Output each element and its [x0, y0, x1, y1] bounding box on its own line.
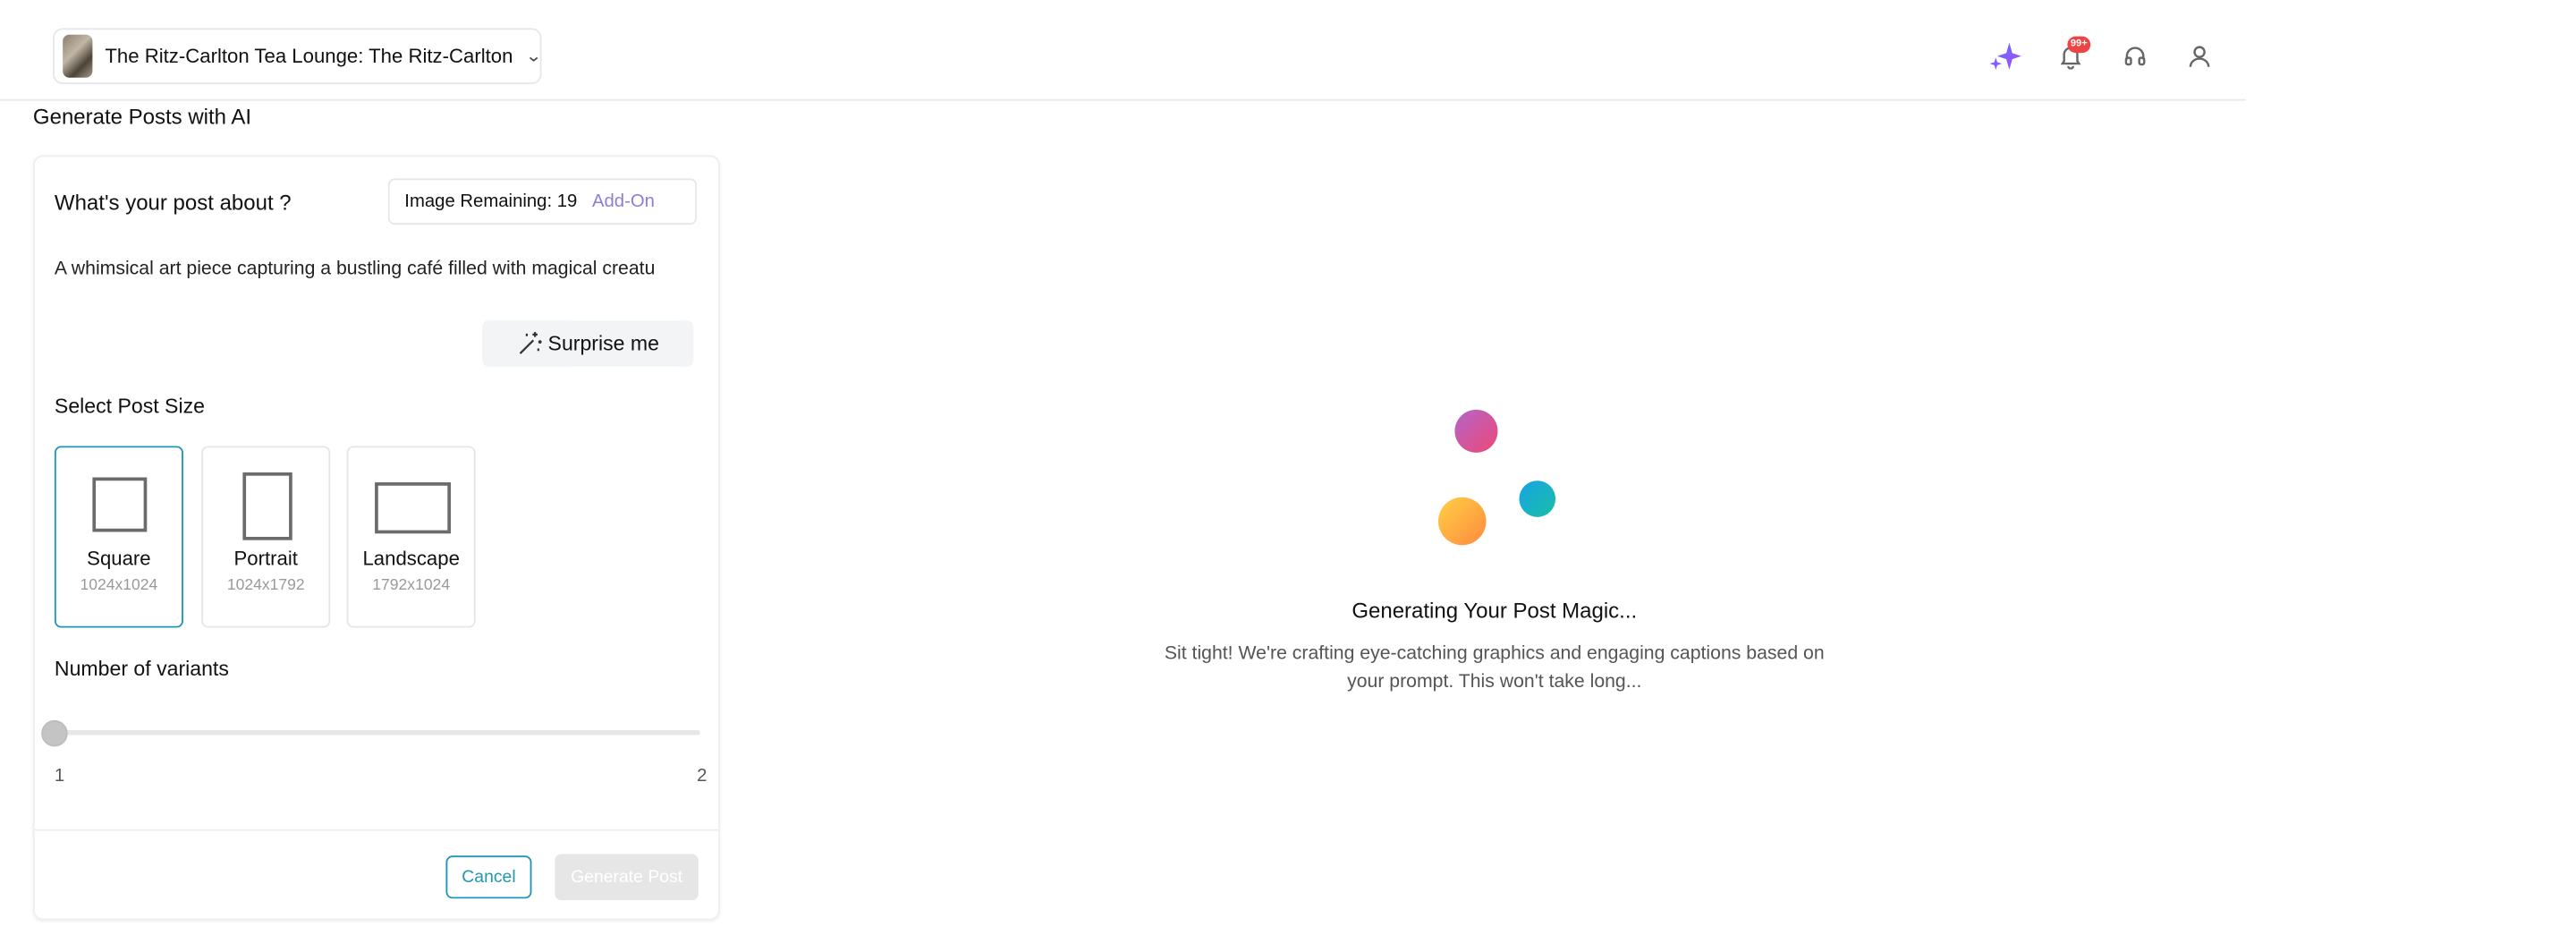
header-divider: [0, 98, 2246, 101]
generating-subtitle-line-2: your prompt. This won't take long...: [1347, 672, 1642, 693]
size-option-dim: 1024x1024: [80, 576, 158, 595]
variants-min-label: 1: [54, 766, 65, 786]
sparkles-icon[interactable]: [1989, 39, 2023, 72]
size-option-landscape[interactable]: Landscape 1792x1024: [346, 446, 476, 628]
variants-slider-track[interactable]: [54, 729, 700, 735]
size-option-dim: 1024x1792: [226, 576, 305, 595]
size-option-name: Portrait: [233, 547, 298, 570]
variants-label: Number of variants: [54, 657, 229, 681]
variants-slider-thumb[interactable]: [41, 719, 68, 747]
prompt-input[interactable]: A whimsical art piece capturing a bustli…: [55, 259, 699, 279]
portrait-shape-icon: [242, 472, 292, 540]
page-canvas: The Ritz-Carlton Tea Lounge: The Ritz-Ca…: [0, 0, 2576, 943]
business-name: The Ritz-Carlton Tea Lounge: The Ritz-Ca…: [105, 44, 513, 68]
loading-dot-blue: [1519, 480, 1556, 517]
headset-icon[interactable]: [2119, 39, 2152, 72]
user-icon[interactable]: [2183, 39, 2216, 72]
magic-wand-icon: [516, 330, 543, 357]
add-on-link[interactable]: Add-On: [592, 191, 655, 211]
loading-dot-orange: [1437, 497, 1487, 546]
notification-badge: 99+: [2067, 36, 2091, 54]
square-shape-icon: [92, 477, 148, 532]
select-size-label: Select Post Size: [54, 395, 205, 419]
page-title: Generate Posts with AI: [32, 104, 252, 129]
surprise-me-button[interactable]: Surprise me: [482, 320, 694, 367]
business-logo: [63, 34, 92, 78]
surprise-me-label: Surprise me: [547, 332, 659, 355]
size-option-square[interactable]: Square 1024x1024: [54, 446, 183, 628]
loading-dot-pink: [1454, 409, 1498, 453]
generating-subtitle: Sit tight! We're crafting eye-catching g…: [1148, 641, 1841, 697]
generating-subtitle-line-1: Sit tight! We're crafting eye-catching g…: [1164, 643, 1825, 665]
size-option-dim: 1792x1024: [372, 576, 451, 595]
business-selector[interactable]: The Ritz-Carlton Tea Lounge: The Ritz-Ca…: [53, 28, 542, 85]
variants-max-label: 2: [697, 766, 708, 786]
post-about-label: What's your post about ?: [54, 190, 292, 215]
image-remaining-text: Image Remaining: 19: [404, 191, 578, 212]
size-option-portrait[interactable]: Portrait 1024x1792: [201, 446, 331, 628]
cancel-button[interactable]: Cancel: [445, 855, 532, 899]
image-remaining-box: Image Remaining: 19 Add-On: [387, 178, 698, 225]
landscape-shape-icon: [375, 482, 451, 534]
size-option-name: Landscape: [362, 547, 460, 570]
generating-title: Generating Your Post Magic...: [1352, 598, 1638, 623]
chevron-down-icon: ⌄: [524, 47, 542, 65]
size-option-name: Square: [87, 547, 151, 570]
card-footer-divider: [34, 829, 719, 831]
generate-post-button[interactable]: Generate Post: [555, 854, 699, 901]
app-root: The Ritz-Carlton Tea Lounge: The Ritz-Ca…: [0, 0, 2576, 952]
